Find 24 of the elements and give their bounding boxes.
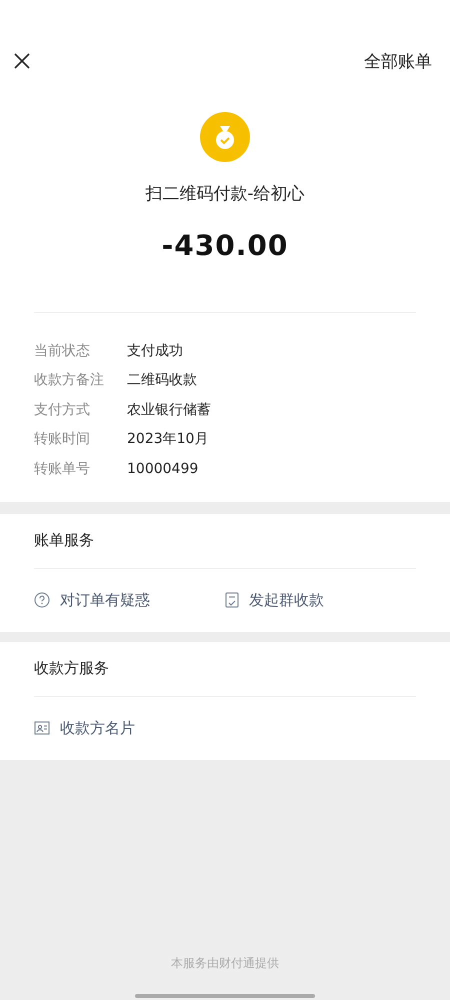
detail-value: 10000499 <box>127 460 198 477</box>
detail-label: 当前状态 <box>34 342 91 360</box>
detail-value: 2023年10月 <box>127 430 208 448</box>
footer-note: 本服务由财付通提供 <box>171 955 279 972</box>
detail-label: 转账单号 <box>34 460 91 478</box>
receipt-icon <box>225 592 239 608</box>
payment-title: 扫二维码付款-给初心 <box>145 183 305 205</box>
section-title: 账单服务 <box>34 530 95 551</box>
money-bag-icon <box>200 112 250 162</box>
detail-label: 收款方备注 <box>34 371 105 390</box>
service-link[interactable]: 对订单有疑惑 <box>34 590 225 610</box>
question-icon <box>34 592 50 608</box>
payment-amount: -430.00 <box>162 229 288 262</box>
contact-card-icon <box>34 721 50 735</box>
detail-label: 转账时间 <box>34 430 91 448</box>
detail-value: 支付成功 <box>127 342 183 360</box>
detail-label: 支付方式 <box>34 400 91 419</box>
detail-value: 二维码收款 <box>127 371 197 390</box>
close-icon[interactable] <box>13 52 31 70</box>
service-link[interactable]: 收款方名片 <box>34 718 237 738</box>
detail-value: 农业银行储蓄 <box>127 400 211 419</box>
all-bills-link[interactable]: 全部账单 <box>364 50 432 72</box>
service-link[interactable]: 发起群收款 <box>225 590 416 610</box>
section-title: 收款方服务 <box>34 658 110 679</box>
